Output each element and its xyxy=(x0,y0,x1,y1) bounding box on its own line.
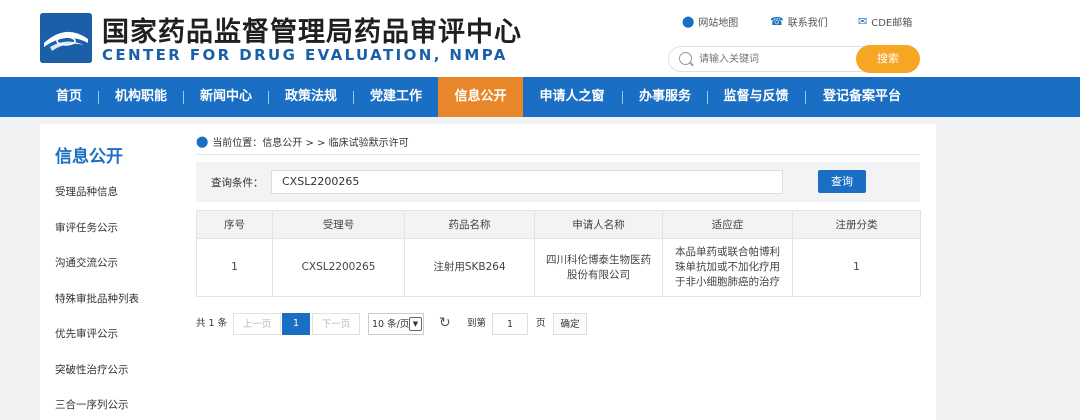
sidebar: 信息公开 受理品种信息 审评任务公示 沟通交流公示 特殊审批品种列表 优先审评公… xyxy=(40,124,181,420)
nav-news[interactable]: 新闻中心 xyxy=(189,77,263,117)
nav-separator xyxy=(622,91,623,104)
sidebar-item-communication[interactable]: 沟通交流公示 xyxy=(55,255,118,270)
pager-goto-label: 到第 xyxy=(467,318,487,329)
pager-page-1[interactable]: 1 xyxy=(282,313,310,335)
table-header-row: 序号 受理号 药品名称 申请人名称 适应症 注册分类 xyxy=(196,210,921,239)
nav-separator xyxy=(353,91,354,104)
col-header-reg-class: 注册分类 xyxy=(792,210,921,239)
cell-acceptance-no: CXSL2200265 xyxy=(272,238,405,297)
page-size-value: 10 条/页 xyxy=(372,319,410,330)
nav-services[interactable]: 办事服务 xyxy=(628,77,702,117)
sidebar-item-three-in-one[interactable]: 三合一序列公示 xyxy=(55,397,129,412)
pager-total: 共 1 条 xyxy=(196,318,228,329)
pager-prev-button[interactable]: 上一页 xyxy=(233,313,281,335)
pager-goto-input[interactable]: 1 xyxy=(492,313,528,335)
main-nav: 首页 机构职能 新闻中心 政策法规 党建工作 信息公开 申请人之窗 办事服务 监… xyxy=(0,77,1080,117)
cell-reg-class: 1 xyxy=(792,238,921,297)
nav-separator xyxy=(268,91,269,104)
sidebar-item-special-approval[interactable]: 特殊审批品种列表 xyxy=(55,291,139,306)
nav-party[interactable]: 党建工作 xyxy=(359,77,433,117)
site-title-en: CENTER FOR DRUG EVALUATION, NMPA xyxy=(102,46,508,64)
results-table: 序号 受理号 药品名称 申请人名称 适应症 注册分类 1 CXSL2200265… xyxy=(196,210,921,297)
sidebar-title: 信息公开 xyxy=(55,147,123,167)
search-button[interactable]: 搜索 xyxy=(856,45,920,73)
col-header-indication: 适应症 xyxy=(662,210,793,239)
pagination: 共 1 条 上一页 1 下一页 10 条/页 ▼ ↻ 到第 1 页 确定 xyxy=(196,313,916,335)
col-header-drug-name: 药品名称 xyxy=(404,210,535,239)
search-input[interactable] xyxy=(699,50,849,68)
breadcrumb-prefix: 当前位置： xyxy=(212,138,263,149)
cde-mail-link[interactable]: ✉ CDE邮箱 xyxy=(858,14,912,29)
col-header-acceptance-no: 受理号 xyxy=(272,210,405,239)
nav-separator xyxy=(805,91,806,104)
nav-info-public[interactable]: 信息公开 xyxy=(438,77,523,117)
site-header: 国家药品监督管理局药品审评中心 CENTER FOR DRUG EVALUATI… xyxy=(0,0,1080,77)
nav-separator xyxy=(98,91,99,104)
cell-drug-name: 注射用SKB264 xyxy=(404,238,535,297)
phone-icon: ☎ xyxy=(770,15,784,28)
cde-mail-label: CDE邮箱 xyxy=(871,18,913,29)
nav-policy[interactable]: 政策法规 xyxy=(274,77,348,117)
breadcrumb-path[interactable]: 信息公开 > > 临床试验默示许可 xyxy=(262,134,408,149)
sidebar-item-priority[interactable]: 优先审评公示 xyxy=(55,326,118,341)
pager-page-unit: 页 xyxy=(536,318,546,329)
col-header-applicant: 申请人名称 xyxy=(534,210,663,239)
page-size-select[interactable]: 10 条/页 ▼ xyxy=(368,313,424,335)
query-row: 查询条件： CXSL2200265 查询 xyxy=(196,162,920,202)
nav-separator xyxy=(707,91,708,104)
site-map-label: 网站地图 xyxy=(698,18,739,29)
contact-us-label: 联系我们 xyxy=(787,18,828,29)
contact-us-link[interactable]: ☎ 联系我们 xyxy=(770,14,828,29)
site-map-link[interactable]: ⬤ 网站地图 xyxy=(682,14,738,29)
pager-confirm-button[interactable]: 确定 xyxy=(553,313,587,335)
main-content: ⬤ 当前位置： 信息公开 > > 临床试验默示许可 查询条件： CXSL2200… xyxy=(181,124,936,420)
nav-applicant[interactable]: 申请人之窗 xyxy=(527,77,617,117)
pager-next-button[interactable]: 下一页 xyxy=(312,313,360,335)
nav-registration[interactable]: 登记备案平台 xyxy=(811,77,913,117)
mail-icon: ✉ xyxy=(858,15,868,28)
nav-supervision[interactable]: 监督与反馈 xyxy=(713,77,799,117)
query-label: 查询条件： xyxy=(211,177,264,189)
sidebar-item-review-tasks[interactable]: 审评任务公示 xyxy=(55,220,118,235)
chevron-down-icon: ▼ xyxy=(409,317,422,331)
cell-index: 1 xyxy=(196,238,273,297)
search-icon xyxy=(679,52,692,65)
sidebar-item-breakthrough[interactable]: 突破性治疗公示 xyxy=(55,362,129,377)
cell-applicant: 四川科伦博泰生物医药股份有限公司 xyxy=(534,238,663,297)
col-header-index: 序号 xyxy=(196,210,273,239)
site-title-cn: 国家药品监督管理局药品审评中心 xyxy=(102,17,522,48)
query-input[interactable]: CXSL2200265 xyxy=(271,170,783,194)
breadcrumb: ⬤ 当前位置： 信息公开 > > 临床试验默示许可 xyxy=(196,134,409,149)
sidebar-item-accepted[interactable]: 受理品种信息 xyxy=(55,184,118,199)
nav-separator xyxy=(183,91,184,104)
cell-indication: 本品单药或联合帕博利珠单抗加或不加化疗用于非小细胞肺癌的治疗 xyxy=(662,238,793,297)
nav-functions[interactable]: 机构职能 xyxy=(104,77,178,117)
table-row[interactable]: 1 CXSL2200265 注射用SKB264 四川科伦博泰生物医药股份有限公司… xyxy=(196,238,921,297)
location-icon: ⬤ xyxy=(682,15,695,28)
query-button[interactable]: 查询 xyxy=(818,170,866,193)
refresh-icon[interactable]: ↻ xyxy=(439,313,451,335)
cde-logo[interactable] xyxy=(40,13,92,63)
divider xyxy=(196,154,920,155)
location-pin-icon: ⬤ xyxy=(196,135,209,148)
nav-home[interactable]: 首页 xyxy=(45,77,93,117)
